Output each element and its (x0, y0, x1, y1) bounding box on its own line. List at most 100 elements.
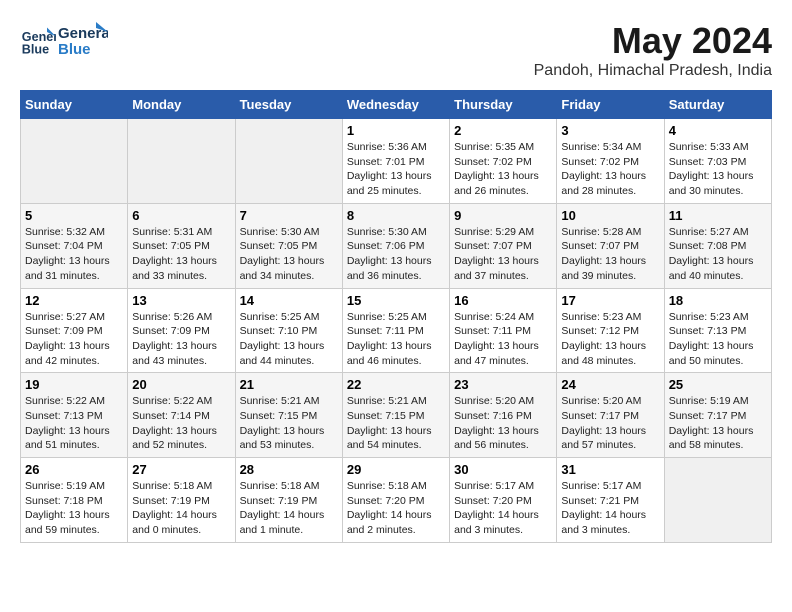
weekday-header: Friday (557, 91, 664, 119)
calendar-cell: 18Sunrise: 5:23 AMSunset: 7:13 PMDayligh… (664, 288, 771, 373)
day-info: Sunrise: 5:18 AMSunset: 7:20 PMDaylight:… (347, 479, 445, 538)
calendar-week-row: 12 Sunrise: 5:27 AMSunset: 7:09 PMDayligh… (21, 288, 772, 373)
calendar-cell (128, 119, 235, 204)
calendar-cell: 27 Sunrise: 5:18 AMSunset: 7:19 PMDayligh… (128, 458, 235, 543)
day-number: 28 (240, 462, 338, 477)
day-number: 16 (454, 293, 552, 308)
calendar-cell: 6 Sunrise: 5:31 AMSunset: 7:05 PMDaylight… (128, 203, 235, 288)
calendar-cell (664, 458, 771, 543)
page-title: May 2024 (534, 20, 772, 62)
weekday-header: Thursday (450, 91, 557, 119)
svg-text:Blue: Blue (58, 41, 91, 58)
day-info: Sunrise: 5:23 AMSunset: 7:12 PMDaylight:… (561, 310, 659, 369)
day-number: 5 (25, 208, 123, 223)
day-number: 23 (454, 377, 552, 392)
day-info: Sunrise: 5:30 AMSunset: 7:06 PMDaylight:… (347, 225, 445, 284)
day-info: Sunrise: 5:30 AMSunset: 7:05 PMDaylight:… (240, 225, 338, 284)
calendar-cell: 26 Sunrise: 5:19 AMSunset: 7:18 PMDayligh… (21, 458, 128, 543)
day-number: 26 (25, 462, 123, 477)
day-info: Sunrise: 5:18 AMSunset: 7:19 PMDaylight:… (132, 479, 230, 538)
day-number: 29 (347, 462, 445, 477)
calendar-cell: 11 Sunrise: 5:27 AMSunset: 7:08 PMDayligh… (664, 203, 771, 288)
day-info: Sunrise: 5:34 AMSunset: 7:02 PMDaylight:… (561, 140, 659, 199)
day-number: 2 (454, 123, 552, 138)
weekday-header: Tuesday (235, 91, 342, 119)
calendar-cell (235, 119, 342, 204)
day-info: Sunrise: 5:27 AMSunset: 7:08 PMDaylight:… (669, 225, 767, 284)
calendar-week-row: 1Sunrise: 5:36 AMSunset: 7:01 PMDaylight… (21, 119, 772, 204)
calendar-cell: 8 Sunrise: 5:30 AMSunset: 7:06 PMDaylight… (342, 203, 449, 288)
calendar-cell: 22Sunrise: 5:21 AMSunset: 7:15 PMDayligh… (342, 373, 449, 458)
day-info: Sunrise: 5:22 AMSunset: 7:13 PMDaylight:… (25, 394, 123, 453)
day-number: 27 (132, 462, 230, 477)
day-number: 6 (132, 208, 230, 223)
calendar-week-row: 26 Sunrise: 5:19 AMSunset: 7:18 PMDayligh… (21, 458, 772, 543)
calendar-cell: 29 Sunrise: 5:18 AMSunset: 7:20 PMDayligh… (342, 458, 449, 543)
day-number: 21 (240, 377, 338, 392)
logo: General Blue General Blue (20, 20, 108, 62)
day-info: Sunrise: 5:19 AMSunset: 7:18 PMDaylight:… (25, 479, 123, 538)
day-number: 18 (669, 293, 767, 308)
day-info: Sunrise: 5:22 AMSunset: 7:14 PMDaylight:… (132, 394, 230, 453)
weekday-header: Wednesday (342, 91, 449, 119)
day-number: 12 (25, 293, 123, 308)
day-info: Sunrise: 5:17 AMSunset: 7:21 PMDaylight:… (561, 479, 659, 538)
calendar-cell: 2 Sunrise: 5:35 AMSunset: 7:02 PMDaylight… (450, 119, 557, 204)
calendar-cell: 5 Sunrise: 5:32 AMSunset: 7:04 PMDaylight… (21, 203, 128, 288)
day-info: Sunrise: 5:18 AMSunset: 7:19 PMDaylight:… (240, 479, 338, 538)
day-number: 24 (561, 377, 659, 392)
calendar-cell: 21Sunrise: 5:21 AMSunset: 7:15 PMDayligh… (235, 373, 342, 458)
day-info: Sunrise: 5:20 AMSunset: 7:17 PMDaylight:… (561, 394, 659, 453)
calendar-cell: 31Sunrise: 5:17 AMSunset: 7:21 PMDayligh… (557, 458, 664, 543)
day-number: 7 (240, 208, 338, 223)
calendar-cell: 16 Sunrise: 5:24 AMSunset: 7:11 PMDayligh… (450, 288, 557, 373)
logo-bird-icon: General Blue (58, 20, 108, 62)
day-info: Sunrise: 5:19 AMSunset: 7:17 PMDaylight:… (669, 394, 767, 453)
day-info: Sunrise: 5:25 AMSunset: 7:11 PMDaylight:… (347, 310, 445, 369)
day-number: 13 (132, 293, 230, 308)
day-info: Sunrise: 5:28 AMSunset: 7:07 PMDaylight:… (561, 225, 659, 284)
calendar-cell: 25 Sunrise: 5:19 AMSunset: 7:17 PMDayligh… (664, 373, 771, 458)
calendar-cell: 30 Sunrise: 5:17 AMSunset: 7:20 PMDayligh… (450, 458, 557, 543)
calendar-cell: 13Sunrise: 5:26 AMSunset: 7:09 PMDayligh… (128, 288, 235, 373)
day-number: 8 (347, 208, 445, 223)
day-number: 11 (669, 208, 767, 223)
day-number: 10 (561, 208, 659, 223)
calendar-cell: 20Sunrise: 5:22 AMSunset: 7:14 PMDayligh… (128, 373, 235, 458)
day-number: 30 (454, 462, 552, 477)
day-number: 25 (669, 377, 767, 392)
calendar-cell: 4Sunrise: 5:33 AMSunset: 7:03 PMDaylight… (664, 119, 771, 204)
calendar-cell: 17 Sunrise: 5:23 AMSunset: 7:12 PMDayligh… (557, 288, 664, 373)
calendar-cell: 14 Sunrise: 5:25 AMSunset: 7:10 PMDayligh… (235, 288, 342, 373)
weekday-header-row: SundayMondayTuesdayWednesdayThursdayFrid… (21, 91, 772, 119)
day-info: Sunrise: 5:35 AMSunset: 7:02 PMDaylight:… (454, 140, 552, 199)
day-info: Sunrise: 5:24 AMSunset: 7:11 PMDaylight:… (454, 310, 552, 369)
calendar-cell: 23Sunrise: 5:20 AMSunset: 7:16 PMDayligh… (450, 373, 557, 458)
day-info: Sunrise: 5:27 AMSunset: 7:09 PMDaylight:… (25, 310, 123, 369)
day-number: 3 (561, 123, 659, 138)
calendar-cell: 1Sunrise: 5:36 AMSunset: 7:01 PMDaylight… (342, 119, 449, 204)
day-info: Sunrise: 5:36 AMSunset: 7:01 PMDaylight:… (347, 140, 445, 199)
day-info: Sunrise: 5:31 AMSunset: 7:05 PMDaylight:… (132, 225, 230, 284)
page-header: General Blue General Blue May 2024 Pando… (20, 20, 772, 80)
calendar-cell: 28 Sunrise: 5:18 AMSunset: 7:19 PMDayligh… (235, 458, 342, 543)
day-number: 17 (561, 293, 659, 308)
day-info: Sunrise: 5:33 AMSunset: 7:03 PMDaylight:… (669, 140, 767, 199)
weekday-header: Sunday (21, 91, 128, 119)
day-info: Sunrise: 5:29 AMSunset: 7:07 PMDaylight:… (454, 225, 552, 284)
calendar-cell: 3 Sunrise: 5:34 AMSunset: 7:02 PMDaylight… (557, 119, 664, 204)
day-number: 9 (454, 208, 552, 223)
weekday-header: Saturday (664, 91, 771, 119)
calendar-cell: 9 Sunrise: 5:29 AMSunset: 7:07 PMDaylight… (450, 203, 557, 288)
weekday-header: Monday (128, 91, 235, 119)
day-info: Sunrise: 5:17 AMSunset: 7:20 PMDaylight:… (454, 479, 552, 538)
day-number: 14 (240, 293, 338, 308)
day-number: 22 (347, 377, 445, 392)
day-info: Sunrise: 5:32 AMSunset: 7:04 PMDaylight:… (25, 225, 123, 284)
title-area: May 2024 Pandoh, Himachal Pradesh, India (534, 20, 772, 80)
calendar-cell: 19Sunrise: 5:22 AMSunset: 7:13 PMDayligh… (21, 373, 128, 458)
calendar-cell: 7 Sunrise: 5:30 AMSunset: 7:05 PMDaylight… (235, 203, 342, 288)
calendar-cell: 10 Sunrise: 5:28 AMSunset: 7:07 PMDayligh… (557, 203, 664, 288)
page-subtitle: Pandoh, Himachal Pradesh, India (534, 62, 772, 80)
day-info: Sunrise: 5:25 AMSunset: 7:10 PMDaylight:… (240, 310, 338, 369)
